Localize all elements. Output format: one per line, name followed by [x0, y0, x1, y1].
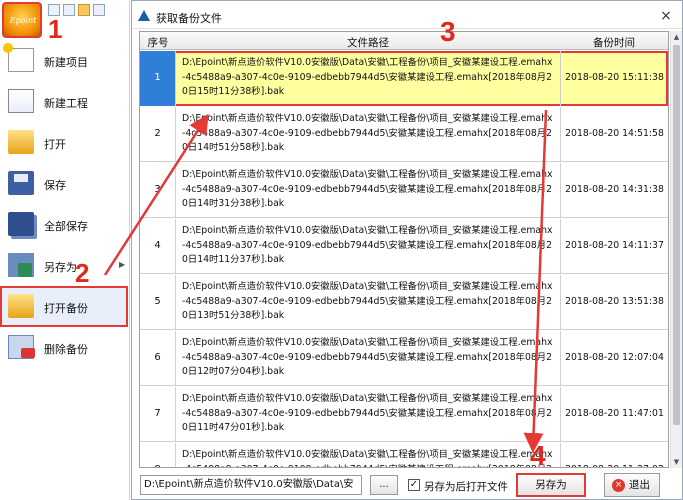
- menu-item-1[interactable]: 新建项目: [0, 40, 128, 81]
- browse-button[interactable]: ...: [370, 475, 398, 495]
- menu-item-3[interactable]: 打开: [0, 122, 128, 163]
- save-all-icon: [8, 212, 34, 236]
- app-triangle-icon: [138, 10, 150, 21]
- scroll-up-icon[interactable]: ▲: [671, 31, 682, 43]
- submenu-arrow-icon: ▶: [119, 260, 126, 269]
- row-number: 3: [140, 163, 176, 218]
- folder-path-field[interactable]: D:\Epoint\新点造价软件V10.0安徽版\Data\安: [140, 475, 362, 495]
- app-menu-list: 新建项目新建工程打开保存全部保存另存为 ▶ 打开备份删除备份: [0, 40, 130, 368]
- new-doc-icon[interactable]: [63, 4, 75, 16]
- save-icon: [8, 171, 34, 195]
- row-number: 8: [140, 443, 176, 467]
- row-backup-time: 2018-08-20 15:11:38: [560, 51, 668, 106]
- col-header-time[interactable]: 备份时间: [560, 35, 668, 50]
- open-folder-icon[interactable]: [78, 4, 90, 16]
- row-file-path: D:\Epoint\新点造价软件V10.0安徽版\Data\安徽\工程备份\项目…: [182, 57, 553, 97]
- menu-item-2[interactable]: 新建工程: [0, 81, 128, 122]
- menu-item-label: 全部保存: [44, 220, 88, 233]
- row-file-path: D:\Epoint\新点造价软件V10.0安徽版\Data\安徽\工程备份\项目…: [182, 225, 553, 265]
- menu-item-5[interactable]: 全部保存: [0, 204, 128, 245]
- backup-table: 序号 文件路径 备份时间 1 D:\Epoint\新点造价软件V10.0安徽版\D…: [139, 31, 669, 468]
- menu-item-label: 新建工程: [44, 97, 88, 110]
- row-backup-time: 2018-08-20 14:31:38: [560, 163, 668, 218]
- row-backup-time: 2018-08-20 12:07:04: [560, 331, 668, 386]
- menu-item-7[interactable]: 打开备份: [0, 286, 128, 327]
- vertical-scrollbar[interactable]: ▲ ▼: [670, 31, 682, 468]
- table-row[interactable]: 1 D:\Epoint\新点造价软件V10.0安徽版\Data\安徽\工程备份\项…: [140, 51, 668, 106]
- app-logo-button[interactable]: Epoint: [2, 2, 42, 38]
- app-window: Epoint 新建项目新建工程打开保存全部保存另存为 ▶ 打开备份删除备份 获取备份…: [0, 0, 683, 500]
- scroll-thumb[interactable]: [673, 45, 680, 425]
- open-folder-icon: [8, 130, 34, 154]
- annotation-2: 2: [75, 258, 90, 288]
- row-number: 1: [140, 51, 176, 106]
- table-row[interactable]: 8 D:\Epoint\新点造价软件V10.0安徽版\Data\安徽\工程备份\项…: [140, 443, 668, 467]
- menu-item-label: 另存为: [44, 261, 77, 274]
- exit-icon: ×: [612, 479, 625, 492]
- save-as-button[interactable]: 另存为: [516, 473, 586, 497]
- menu-item-label: 新建项目: [44, 56, 88, 69]
- menu-item-4[interactable]: 保存: [0, 163, 128, 204]
- menu-item-label: 保存: [44, 179, 66, 192]
- row-number: 4: [140, 219, 176, 274]
- col-header-no[interactable]: 序号: [140, 35, 176, 50]
- logo-text: Epoint: [9, 16, 37, 25]
- menu-item-label: 打开备份: [44, 302, 88, 315]
- menu-item-label: 打开: [44, 138, 66, 151]
- annotation-4: 4: [530, 440, 546, 471]
- annotation-3: 3: [440, 16, 456, 47]
- row-file-path: D:\Epoint\新点造价软件V10.0安徽版\Data\安徽\工程备份\项目…: [182, 393, 553, 433]
- exit-button[interactable]: × 退出: [604, 473, 660, 497]
- exit-label: 退出: [629, 479, 650, 491]
- dialog-footer: D:\Epoint\新点造价软件V10.0安徽版\Data\安 ... ✓ 另存…: [132, 471, 682, 499]
- row-number: 2: [140, 107, 176, 162]
- row-number: 6: [140, 331, 176, 386]
- menu-item-label: 删除备份: [44, 343, 88, 356]
- table-row[interactable]: 6 D:\Epoint\新点造价软件V10.0安徽版\Data\安徽\工程备份\项…: [140, 331, 668, 386]
- dialog-titlebar: 获取备份文件 ×: [132, 1, 682, 29]
- annotation-1: 1: [48, 14, 63, 44]
- row-backup-time: 2018-08-20 14:11:37: [560, 219, 668, 274]
- table-header: 序号 文件路径 备份时间: [140, 32, 668, 50]
- open-backup-icon: [8, 294, 34, 318]
- menu-item-8[interactable]: 删除备份: [0, 327, 128, 368]
- row-file-path: D:\Epoint\新点造价软件V10.0安徽版\Data\安徽\工程备份\项目…: [182, 113, 553, 153]
- open-after-save-label: 另存为后打开文件: [424, 481, 508, 493]
- table-row[interactable]: 2 D:\Epoint\新点造价软件V10.0安徽版\Data\安徽\工程备份\项…: [140, 107, 668, 162]
- scroll-down-icon[interactable]: ▼: [671, 456, 682, 468]
- save-as-icon: [8, 253, 34, 277]
- row-backup-time: 2018-08-20 13:51:38: [560, 275, 668, 330]
- row-file-path: D:\Epoint\新点造价软件V10.0安徽版\Data\安徽\工程备份\项目…: [182, 169, 553, 209]
- row-file-path: D:\Epoint\新点造价软件V10.0安徽版\Data\安徽\工程备份\项目…: [182, 281, 553, 321]
- row-backup-time: 2018-08-20 11:27:02: [560, 443, 668, 467]
- table-row[interactable]: 7 D:\Epoint\新点造价软件V10.0安徽版\Data\安徽\工程备份\项…: [140, 387, 668, 442]
- table-row[interactable]: 5 D:\Epoint\新点造价软件V10.0安徽版\Data\安徽\工程备份\项…: [140, 275, 668, 330]
- app-menu-panel: Epoint 新建项目新建工程打开保存全部保存另存为 ▶ 打开备份删除备份: [0, 0, 130, 500]
- menu-item-6[interactable]: 另存为 ▶: [0, 245, 128, 286]
- row-number: 5: [140, 275, 176, 330]
- table-row[interactable]: 3 D:\Epoint\新点造价软件V10.0安徽版\Data\安徽\工程备份\项…: [140, 163, 668, 218]
- row-backup-time: 2018-08-20 11:47:01: [560, 387, 668, 442]
- row-number: 7: [140, 387, 176, 442]
- open-after-save-checkbox[interactable]: ✓: [408, 479, 420, 491]
- col-header-path[interactable]: 文件路径: [176, 35, 560, 50]
- save-icon[interactable]: [93, 4, 105, 16]
- new-project-icon: [3, 43, 34, 72]
- row-file-path: D:\Epoint\新点造价软件V10.0安徽版\Data\安徽\工程备份\项目…: [182, 449, 553, 467]
- row-backup-time: 2018-08-20 14:51:58: [560, 107, 668, 162]
- row-file-path: D:\Epoint\新点造价软件V10.0安徽版\Data\安徽\工程备份\项目…: [182, 337, 553, 377]
- dialog-title: 获取备份文件: [156, 12, 222, 25]
- close-button[interactable]: ×: [657, 7, 675, 25]
- new-document-icon: [8, 89, 34, 113]
- backup-dialog: 获取备份文件 × 序号 文件路径 备份时间 1 D:\Epoint\新点造价软件V…: [131, 0, 683, 500]
- delete-backup-icon: [8, 335, 35, 359]
- table-row[interactable]: 4 D:\Epoint\新点造价软件V10.0安徽版\Data\安徽\工程备份\项…: [140, 219, 668, 274]
